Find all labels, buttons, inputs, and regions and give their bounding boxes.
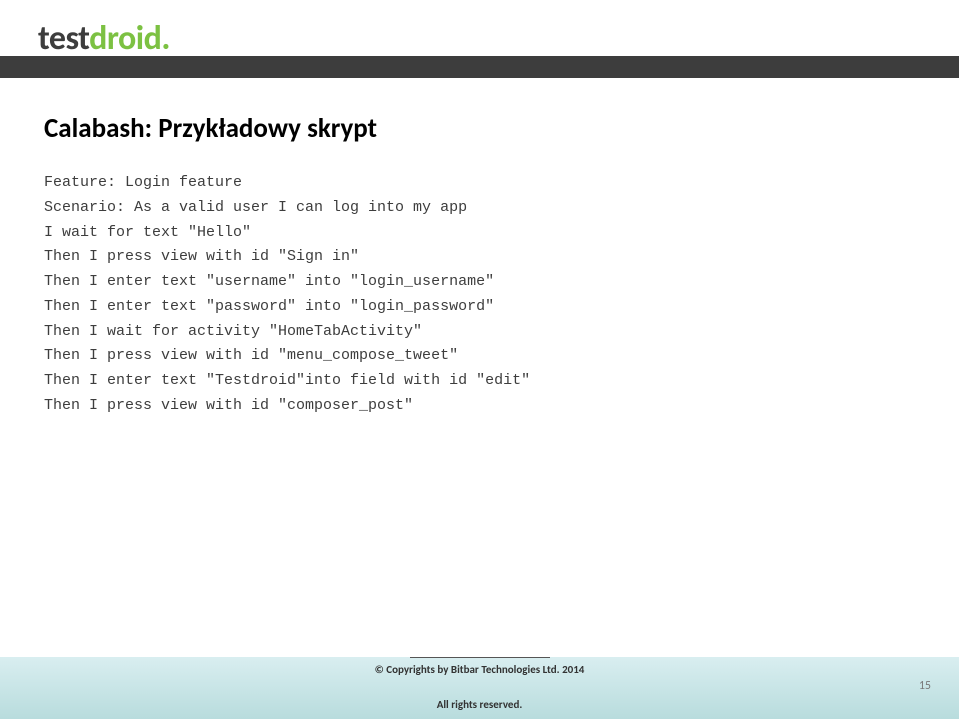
footer: © Copyrights by Bitbar Technologies Ltd.… (0, 657, 959, 719)
slide-content: Calabash: Przykładowy skrypt Feature: Lo… (44, 112, 915, 419)
copyright-text: © Copyrights by Bitbar Technologies Ltd.… (0, 657, 959, 676)
logo-dot: . (161, 18, 170, 59)
code-block: Feature: Login feature Scenario: As a va… (44, 171, 915, 419)
code-line: I wait for text "Hello" (44, 221, 915, 246)
code-line: Then I press view with id "Sign in" (44, 245, 915, 270)
rights-text: All rights reserved. (0, 676, 959, 711)
code-line: Feature: Login feature (44, 171, 915, 196)
logo-text-test: test (38, 18, 89, 59)
code-line: Then I enter text "password" into "login… (44, 295, 915, 320)
logo-text-droid: droid (89, 18, 161, 59)
footer-divider (410, 657, 550, 658)
code-line: Then I wait for activity "HomeTabActivit… (44, 320, 915, 345)
code-line: Then I enter text "username" into "login… (44, 270, 915, 295)
code-line: Then I press view with id "composer_post… (44, 394, 915, 419)
code-line: Scenario: As a valid user I can log into… (44, 196, 915, 221)
logo: testdroid. (38, 18, 170, 59)
header-strip (0, 56, 959, 78)
code-line: Then I press view with id "menu_compose_… (44, 344, 915, 369)
slide-title: Calabash: Przykładowy skrypt (44, 112, 915, 145)
page-number: 15 (919, 679, 931, 693)
code-line: Then I enter text "Testdroid"into field … (44, 369, 915, 394)
